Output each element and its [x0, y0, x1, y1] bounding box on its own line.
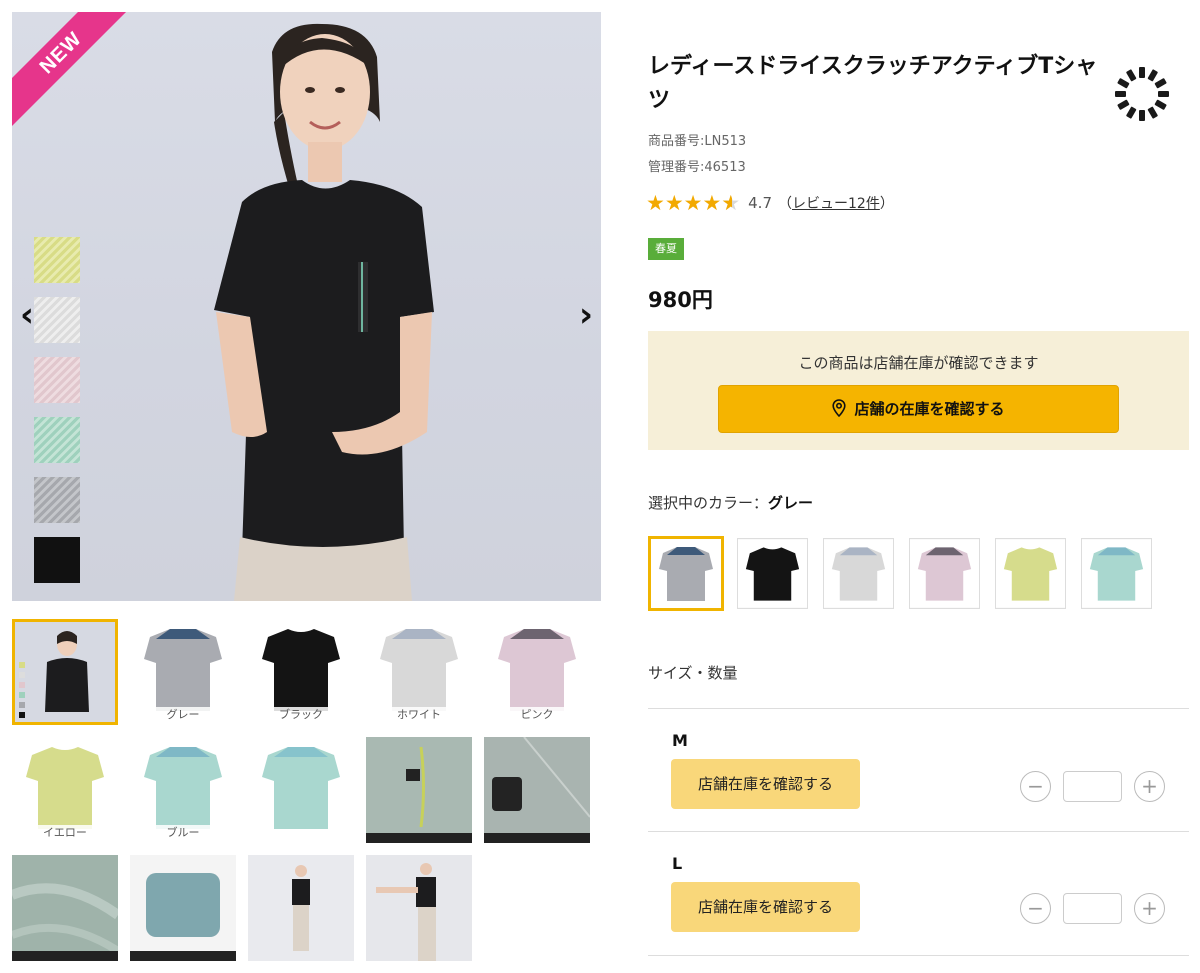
plus-icon[interactable]: + — [1134, 771, 1165, 802]
star-full-icon: ★ — [664, 191, 684, 215]
thumb-image — [130, 855, 236, 961]
thumb-blue-back[interactable] — [248, 737, 354, 843]
thumb-image — [484, 737, 590, 843]
color-option-black[interactable] — [737, 538, 808, 609]
plus-icon[interactable]: + — [1134, 893, 1165, 924]
selected-color-prefix: 選択中のカラー： — [648, 494, 769, 512]
check-store-stock-label: 店舗の在庫を確認する — [854, 400, 1005, 418]
thumb-image — [12, 855, 118, 961]
thumb-detail-caption — [484, 833, 590, 843]
star-half-icon: ★ ★ — [721, 191, 741, 215]
thumb-caption: ブラック — [272, 707, 330, 723]
thumb-fabric[interactable] — [12, 855, 118, 961]
selected-color-label: 選択中のカラー：グレー — [648, 492, 813, 513]
thumb-image — [15, 622, 115, 722]
color-option-image — [1082, 539, 1151, 608]
swatch-black[interactable] — [34, 537, 80, 583]
check-store-stock-button[interactable]: 店舗の在庫を確認する — [718, 385, 1119, 433]
size-name: M — [672, 731, 688, 750]
quantity-input-m[interactable] — [1063, 771, 1122, 802]
color-option-pink[interactable] — [909, 538, 980, 609]
thumb-caption: グレー — [154, 707, 212, 723]
thumb-caption: イエロー — [36, 825, 94, 841]
store-stock-box: この商品は店舗在庫が確認できます 店舗の在庫を確認する — [648, 331, 1189, 450]
thumb-image — [366, 855, 472, 961]
thumb-yellow[interactable]: イエロー — [12, 737, 118, 843]
thumb-caption: ブルー — [154, 825, 212, 841]
thumb-packable[interactable] — [130, 855, 236, 961]
color-option-image — [910, 539, 979, 608]
location-pin-icon — [832, 399, 847, 417]
thumb-pocket-detail[interactable] — [366, 737, 472, 843]
size-quantity-heading: サイズ・数量 — [648, 664, 738, 682]
color-option-gray[interactable] — [648, 536, 724, 611]
star-full-icon: ★ — [683, 191, 703, 215]
rating-value: 4.7 — [748, 194, 772, 212]
product-number: 商品番号:LN513 — [648, 134, 747, 149]
thumb-detail-caption — [130, 951, 236, 961]
season-tag: 春夏 — [648, 238, 684, 260]
star-full-icon: ★ — [702, 191, 722, 215]
divider — [648, 955, 1189, 956]
thumb-image — [248, 855, 354, 961]
thumb-model-stretch[interactable] — [366, 855, 472, 961]
reviews-wrapper: （レビュー12件） — [778, 193, 894, 213]
color-option-image — [651, 539, 721, 608]
next-image-arrow[interactable]: › — [571, 295, 601, 335]
divider — [648, 831, 1189, 832]
main-product-image: NEW ‹ › — [12, 12, 601, 601]
color-option-image — [824, 539, 893, 608]
thumb-detail-caption — [12, 951, 118, 961]
thumb-model-full[interactable] — [248, 855, 354, 961]
reviews-link[interactable]: レビュー12件 — [792, 196, 880, 212]
minus-icon[interactable]: − — [1020, 771, 1051, 802]
selected-color-value: グレー — [768, 494, 814, 512]
quantity-input-l[interactable] — [1063, 893, 1122, 924]
thumb-image — [248, 737, 354, 843]
thumb-white[interactable]: ホワイト — [366, 619, 472, 725]
swatch-yellow[interactable] — [34, 237, 80, 283]
thumb-pink[interactable]: ピンク — [484, 619, 590, 725]
color-option-white[interactable] — [823, 538, 894, 609]
size-l-stock-button[interactable]: 店舗在庫を確認する — [671, 882, 860, 932]
size-name: L — [672, 854, 683, 873]
minus-icon[interactable]: − — [1020, 893, 1051, 924]
color-option-image — [738, 539, 807, 608]
thumb-black[interactable]: ブラック — [248, 619, 354, 725]
star-full-icon: ★ — [646, 191, 665, 215]
new-badge: NEW — [12, 12, 141, 133]
reviews-close-paren: ） — [879, 196, 894, 212]
model-photo — [214, 23, 434, 601]
product-title: レディースドライスクラッチアクティブTシャツ — [648, 54, 1098, 113]
thumb-caption: ピンク — [508, 707, 566, 723]
loading-spinner-icon — [1115, 67, 1169, 121]
price: 980円 — [648, 288, 713, 312]
rating-row: ★ ★ ★ ★ ★ ★ 4.7 （レビュー12件） — [646, 192, 894, 214]
swatch-mint[interactable] — [34, 417, 80, 463]
thumb-phone-pocket[interactable] — [484, 737, 590, 843]
thumb-model-front[interactable] — [12, 619, 118, 725]
prev-image-arrow[interactable]: ‹ — [12, 295, 42, 335]
thumb-gray[interactable]: グレー — [130, 619, 236, 725]
thumb-caption: ホワイト — [390, 707, 448, 723]
color-option-image — [996, 539, 1065, 608]
thumb-detail-caption — [366, 833, 472, 843]
swatch-pink[interactable] — [34, 357, 80, 403]
swatch-gray[interactable] — [34, 477, 80, 523]
divider — [648, 708, 1189, 709]
color-option-blue[interactable] — [1081, 538, 1152, 609]
color-option-yellow[interactable] — [995, 538, 1066, 609]
reviews-open-paren: （ — [778, 196, 792, 212]
management-number: 管理番号:46513 — [648, 160, 746, 175]
color-swatch-stack — [34, 237, 80, 597]
size-m-stock-button[interactable]: 店舗在庫を確認する — [671, 759, 860, 809]
store-stock-message: この商品は店舗在庫が確認できます — [798, 354, 1039, 372]
thumb-blue[interactable]: ブルー — [130, 737, 236, 843]
thumb-image — [366, 737, 472, 843]
